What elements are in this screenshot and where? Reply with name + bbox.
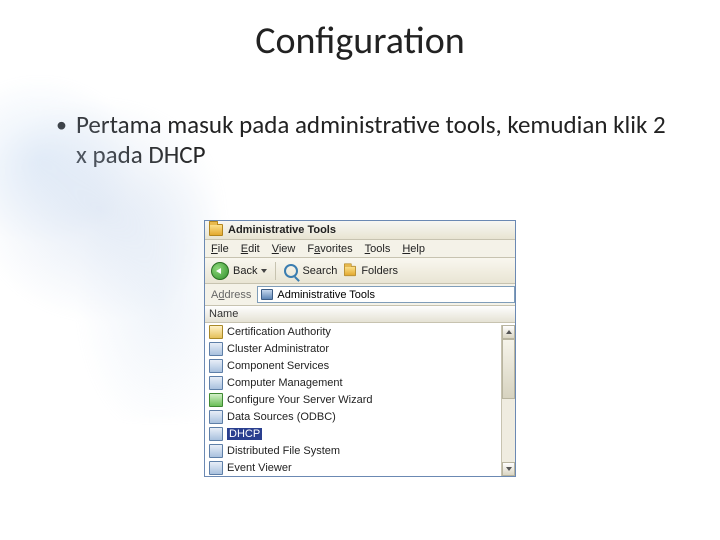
menu-help[interactable]: Help [402, 243, 425, 255]
menu-help-label: elp [410, 243, 425, 255]
file-list: Certification Authority Cluster Administr… [205, 323, 515, 476]
back-button[interactable]: Back [211, 262, 267, 280]
bullet-block: • Pertama masuk pada administrative tool… [56, 110, 680, 170]
menu-view-label: iew [279, 243, 296, 255]
menu-view[interactable]: View [272, 243, 296, 255]
column-header-name[interactable]: Name [205, 306, 515, 323]
address-value: Administrative Tools [277, 289, 375, 301]
back-button-label: Back [233, 265, 257, 277]
list-item-label: Cluster Administrator [227, 343, 329, 355]
list-item-label: Configure Your Server Wizard [227, 394, 373, 406]
item-component-services[interactable]: Component Services [205, 357, 515, 374]
explorer-toolbar: Back Search Folders [205, 258, 515, 284]
folder-icon [209, 224, 223, 236]
list-item-label: Distributed File System [227, 445, 340, 457]
search-icon [284, 264, 298, 278]
menu-edit[interactable]: Edit [241, 243, 260, 255]
explorer-window: Administrative Tools File Edit View Favo… [204, 220, 516, 477]
shortcut-icon [209, 376, 223, 390]
shortcut-icon [209, 325, 223, 339]
search-button-label: Search [302, 265, 337, 277]
bullet-dot: • [56, 110, 76, 170]
folders-button[interactable]: Folders [343, 265, 398, 277]
scroll-down-button[interactable] [502, 462, 515, 476]
item-dhcp[interactable]: DHCP [205, 425, 515, 442]
bullet-text: Pertama masuk pada administrative tools,… [76, 110, 680, 170]
toolbar-separator [275, 262, 276, 280]
shortcut-icon [209, 444, 223, 458]
menu-file-label: ile [218, 243, 229, 255]
shortcut-icon [209, 427, 223, 441]
address-input[interactable]: Administrative Tools [257, 286, 515, 303]
explorer-title-text: Administrative Tools [228, 224, 336, 236]
list-item-label: Certification Authority [227, 326, 331, 338]
item-computer-management[interactable]: Computer Management [205, 374, 515, 391]
shortcut-icon [209, 359, 223, 373]
item-distributed-file-system[interactable]: Distributed File System [205, 442, 515, 459]
menu-favorites[interactable]: Favorites [307, 243, 352, 255]
menu-tools[interactable]: Tools [365, 243, 391, 255]
back-arrow-icon [211, 262, 229, 280]
list-item-label: Component Services [227, 360, 329, 372]
shortcut-icon [209, 410, 223, 424]
chevron-down-icon [261, 269, 267, 273]
explorer-titlebar: Administrative Tools [205, 221, 515, 240]
address-icon [261, 289, 273, 300]
menu-tools-label: ools [370, 243, 390, 255]
list-item-label: DHCP [227, 428, 262, 440]
menu-edit-label: dit [248, 243, 260, 255]
shortcut-icon [209, 393, 223, 407]
scroll-thumb[interactable] [502, 339, 515, 399]
list-item-label: Event Viewer [227, 462, 292, 474]
item-certification-authority[interactable]: Certification Authority [205, 323, 515, 340]
explorer-menubar: File Edit View Favorites Tools Help [205, 240, 515, 258]
menu-file[interactable]: File [211, 243, 229, 255]
folders-icon [344, 265, 356, 275]
folders-button-label: Folders [361, 265, 398, 277]
item-event-viewer[interactable]: Event Viewer [205, 459, 515, 476]
menu-favorites-label: vorites [320, 243, 352, 255]
scroll-up-button[interactable] [502, 325, 515, 339]
item-configure-your-server-wizard[interactable]: Configure Your Server Wizard [205, 391, 515, 408]
item-cluster-administrator[interactable]: Cluster Administrator [205, 340, 515, 357]
address-bar: Address Administrative Tools [205, 284, 515, 306]
address-label: Address [211, 289, 251, 301]
list-item-label: Data Sources (ODBC) [227, 411, 336, 423]
shortcut-icon [209, 342, 223, 356]
search-button[interactable]: Search [284, 264, 337, 278]
shortcut-icon [209, 461, 223, 475]
vertical-scrollbar[interactable] [501, 325, 515, 476]
list-item-label: Computer Management [227, 377, 343, 389]
scroll-track[interactable] [502, 399, 515, 462]
slide-title: Configuration [0, 0, 720, 64]
item-data-sources-odbc[interactable]: Data Sources (ODBC) [205, 408, 515, 425]
